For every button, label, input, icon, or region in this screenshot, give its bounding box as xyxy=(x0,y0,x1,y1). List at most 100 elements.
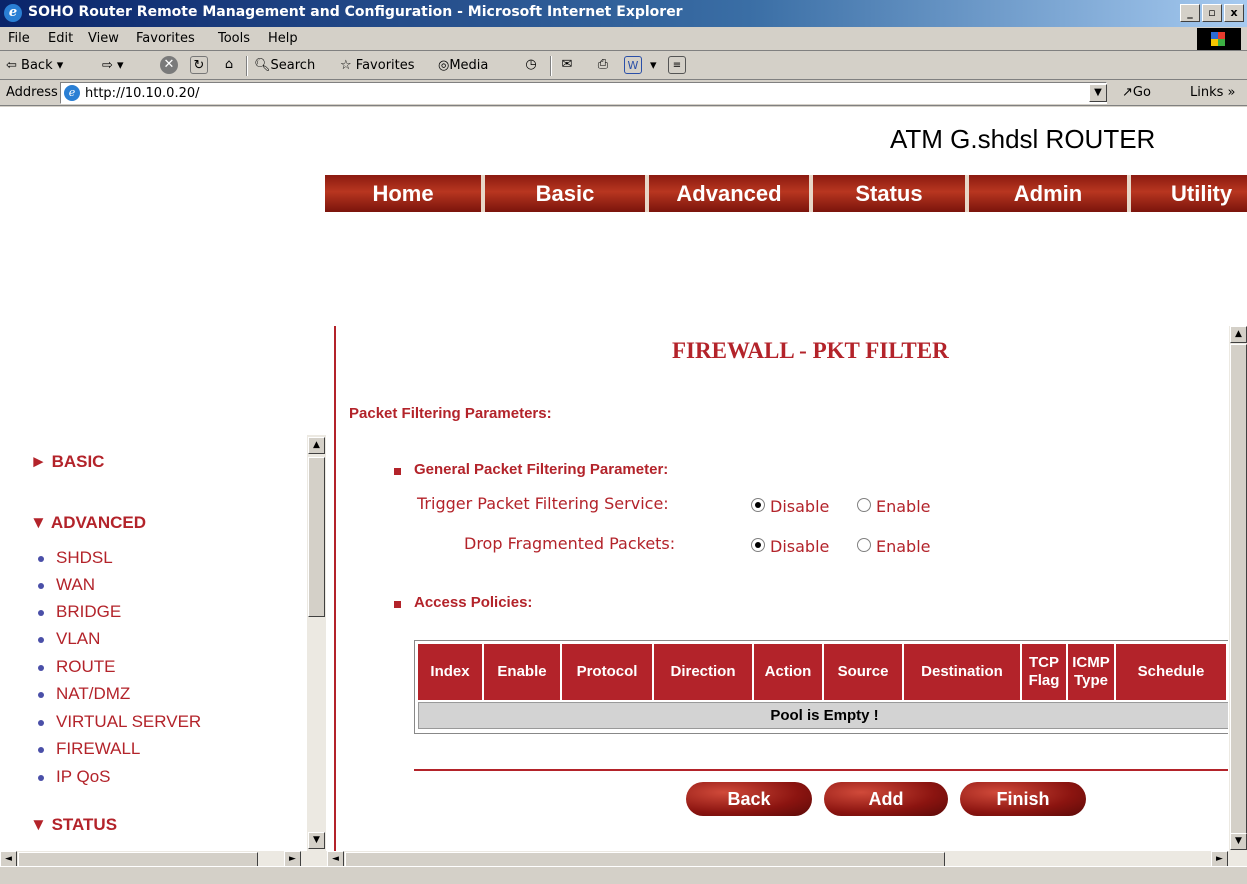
general-params-title: General Packet Filtering Parameter: xyxy=(414,461,669,478)
drop-enable-radio[interactable] xyxy=(857,538,871,552)
close-icon[interactable]: x xyxy=(1224,4,1244,22)
bullet-icon xyxy=(394,468,401,475)
sidebar-hscroll-thumb[interactable] xyxy=(18,852,258,867)
sidebar-item-vlan[interactable]: VLAN xyxy=(37,629,100,649)
history-icon[interactable]: ◷ xyxy=(522,56,540,74)
print-icon[interactable]: ⎙ xyxy=(594,56,612,74)
column-header-tcp-flag: TCP Flag xyxy=(1022,644,1068,700)
bullet-icon xyxy=(394,601,401,608)
frame-divider xyxy=(334,326,336,851)
main-hscroll-thumb[interactable] xyxy=(345,852,945,867)
go-button[interactable]: ↗Go xyxy=(1122,85,1151,100)
column-header-schedule: Schedule xyxy=(1116,644,1226,700)
back-button[interactable]: Back xyxy=(686,782,812,816)
trigger-enable-label: Enable xyxy=(876,497,931,516)
windows-logo-icon xyxy=(1197,28,1241,50)
scroll-up-icon[interactable]: ▲ xyxy=(308,437,325,454)
main-scroll-thumb[interactable] xyxy=(1230,344,1247,834)
page-title: FIREWALL - PKT FILTER xyxy=(672,338,949,363)
empty-table-message: Pool is Empty ! xyxy=(418,702,1231,729)
tab-basic[interactable]: Basic xyxy=(485,175,649,212)
menu-tools[interactable]: Tools xyxy=(218,31,250,46)
edit-dropdown-icon[interactable]: ▾ xyxy=(650,58,657,73)
address-bar: Address e http://10.10.0.20/ ▼ ↗Go Links… xyxy=(0,80,1247,106)
chevron-down-icon[interactable]: ▼ xyxy=(1089,84,1107,102)
column-header-destination: Destination xyxy=(904,644,1022,700)
column-header-enable: Enable xyxy=(484,644,562,700)
main-scrollbar[interactable]: ▲ ▼ xyxy=(1228,326,1247,851)
address-value: http://10.10.0.20/ xyxy=(85,86,200,101)
router-title: ATM G.shdsl ROUTER xyxy=(890,124,1156,154)
trigger-enable-radio[interactable] xyxy=(857,498,871,512)
sidebar-status[interactable]: ▼ STATUS xyxy=(30,815,117,835)
drop-disable-radio[interactable] xyxy=(751,538,765,552)
trigger-label: Trigger Packet Filtering Service: xyxy=(417,494,669,513)
page-icon: e xyxy=(64,85,80,101)
finish-button[interactable]: Finish xyxy=(960,782,1086,816)
menu-view[interactable]: View xyxy=(88,31,119,46)
drop-enable-label: Enable xyxy=(876,537,931,556)
discuss-icon[interactable]: ≡ xyxy=(668,56,686,74)
sidebar-item-shdsl[interactable]: SHDSL xyxy=(38,548,113,568)
scroll-down-icon[interactable]: ▼ xyxy=(1230,833,1247,850)
drop-disable-label: Disable xyxy=(770,537,830,556)
minimize-icon[interactable]: _ xyxy=(1180,4,1200,22)
home-icon[interactable]: ⌂ xyxy=(220,56,238,74)
trigger-disable-radio[interactable] xyxy=(751,498,765,512)
sidebar-item-nat-dmz[interactable]: NAT/DMZ xyxy=(37,684,130,704)
scroll-down-icon[interactable]: ▼ xyxy=(308,832,325,849)
toolbar: ⇦ Back ▾ ⇨ ▾ ✕ ↻ ⌂ 🔍︎Search ☆ Favorites … xyxy=(0,52,1247,80)
status-bar xyxy=(0,866,1247,884)
menu-favorites[interactable]: Favorites xyxy=(136,31,195,46)
menu-edit[interactable]: Edit xyxy=(48,31,73,46)
scroll-up-icon[interactable]: ▲ xyxy=(1230,326,1247,343)
maximize-icon[interactable]: ▫ xyxy=(1202,4,1222,22)
add-button[interactable]: Add xyxy=(824,782,948,816)
window-title: SOHO Router Remote Management and Config… xyxy=(28,4,683,20)
sidebar-scrollbar[interactable]: ▲ ▼ xyxy=(306,435,326,851)
section-title: Packet Filtering Parameters: xyxy=(349,405,552,422)
search-button[interactable]: 🔍︎Search xyxy=(254,58,315,73)
column-header-index: Index xyxy=(418,644,484,700)
links-button[interactable]: Links » xyxy=(1190,85,1236,100)
address-input[interactable]: e http://10.10.0.20/ ▼ xyxy=(60,82,1107,104)
sidebar-advanced[interactable]: ▼ ADVANCED xyxy=(30,513,146,533)
sidebar-item-firewall[interactable]: FIREWALL xyxy=(37,739,140,759)
ie-logo-icon: e xyxy=(4,4,22,22)
refresh-icon[interactable]: ↻ xyxy=(190,56,208,74)
sidebar-item-virtual-server[interactable]: VIRTUAL SERVER xyxy=(37,712,201,732)
left-sidebar: ► BASIC ▼ ADVANCED SHDSL WAN BRIDGE VLAN… xyxy=(0,430,300,850)
forward-button[interactable]: ⇨ ▾ xyxy=(102,58,124,73)
divider xyxy=(414,769,1229,771)
tab-home[interactable]: Home xyxy=(325,175,485,212)
stop-icon[interactable]: ✕ xyxy=(160,56,178,74)
access-policies-table: Index Enable Protocol Direction Action S… xyxy=(414,640,1231,734)
sidebar-scroll-thumb[interactable] xyxy=(308,457,325,617)
column-header-icmp-type: ICMP Type xyxy=(1068,644,1116,700)
menu-help[interactable]: Help xyxy=(268,31,298,46)
menu-file[interactable]: File xyxy=(8,31,30,46)
media-button[interactable]: ◎Media xyxy=(438,58,488,73)
column-header-protocol: Protocol xyxy=(562,644,654,700)
sidebar-item-ip-qos[interactable]: IP QoS xyxy=(38,767,111,787)
sidebar-item-route[interactable]: ROUTE xyxy=(38,657,116,677)
favorites-button[interactable]: ☆ Favorites xyxy=(340,58,415,73)
window-title-bar: e SOHO Router Remote Management and Conf… xyxy=(0,0,1247,27)
sidebar-basic[interactable]: ► BASIC xyxy=(30,452,104,472)
back-button[interactable]: ⇦ Back ▾ xyxy=(6,58,63,73)
tab-advanced[interactable]: Advanced xyxy=(649,175,813,212)
column-header-action: Action xyxy=(754,644,824,700)
sidebar-item-wan[interactable]: WAN xyxy=(37,575,95,595)
sidebar-item-bridge[interactable]: BRIDGE xyxy=(37,602,121,622)
top-nav: Home Basic Advanced Status Admin Utility xyxy=(325,175,1247,212)
address-label: Address xyxy=(6,85,58,100)
trigger-disable-label: Disable xyxy=(770,497,830,516)
drop-fragmented-label: Drop Fragmented Packets: xyxy=(464,534,676,553)
tab-status[interactable]: Status xyxy=(813,175,969,212)
mail-icon[interactable]: ✉ xyxy=(558,56,576,74)
tab-admin[interactable]: Admin xyxy=(969,175,1131,212)
menu-bar: File Edit View Favorites Tools Help xyxy=(0,27,1247,51)
edit-icon[interactable]: W xyxy=(624,56,642,74)
tab-utility[interactable]: Utility xyxy=(1131,175,1247,212)
column-header-direction: Direction xyxy=(654,644,754,700)
